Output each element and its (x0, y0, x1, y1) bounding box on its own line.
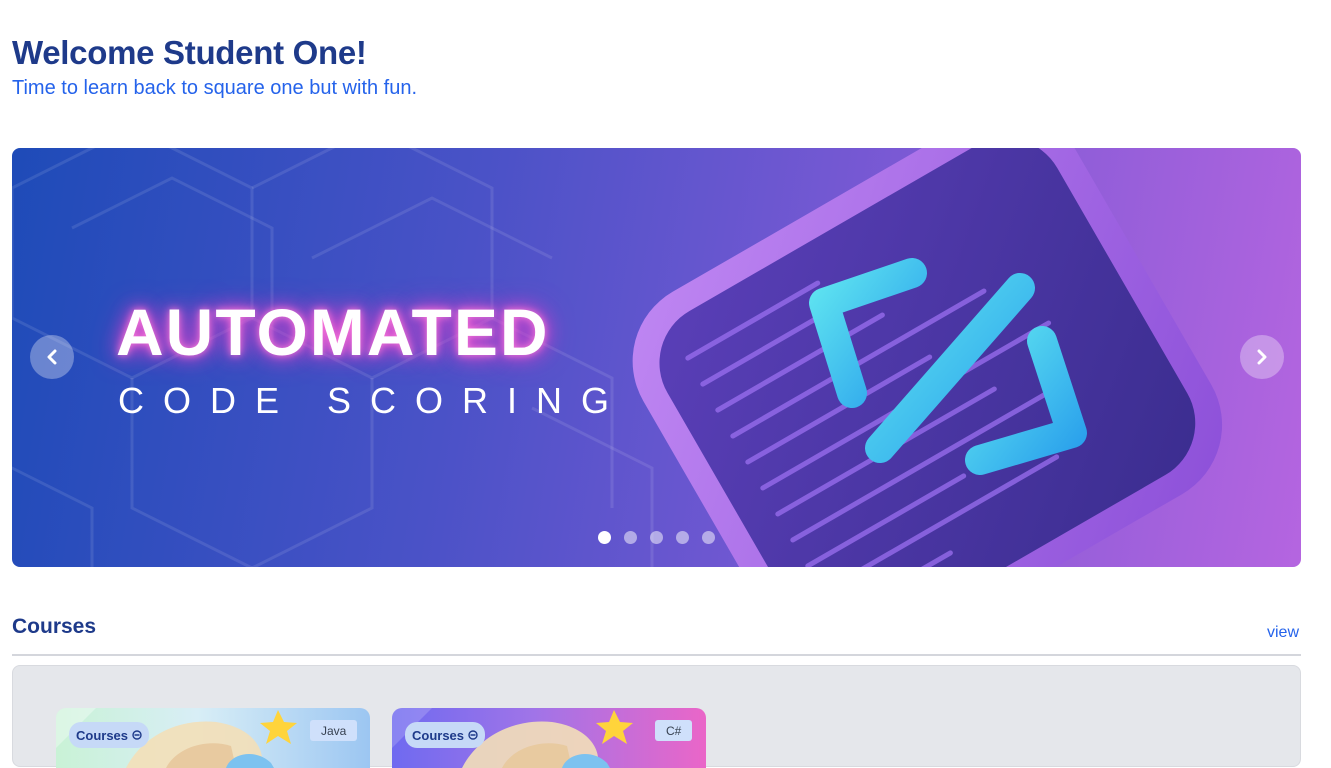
course-language-tag: Java (310, 720, 358, 741)
course-type-badge: Courses (405, 722, 486, 748)
banner-carousel[interactable]: AUTOMATED CODE SCORING (12, 148, 1301, 567)
course-type-badge: Courses (69, 722, 150, 748)
badge-label: Courses (412, 727, 465, 743)
info-icon (468, 730, 478, 740)
course-card-csharp[interactable]: Courses C# (392, 708, 706, 768)
carousel-prev-button[interactable] (30, 335, 74, 379)
chevron-left-icon (47, 349, 57, 365)
courses-section-title: Courses (12, 615, 97, 638)
carousel-dot[interactable] (676, 531, 689, 544)
badge-label: Courses (76, 727, 129, 743)
info-icon (132, 730, 142, 740)
banner-subheadline: CODE SCORING (118, 380, 629, 421)
carousel-dot[interactable] (702, 531, 715, 544)
carousel-dot[interactable] (624, 531, 637, 544)
carousel-indicators (598, 531, 715, 544)
welcome-subtitle: Time to learn back to square one but wit… (12, 77, 418, 99)
course-card-java[interactable]: Courses Java (56, 708, 370, 768)
carousel-dot[interactable] (650, 531, 663, 544)
carousel-dot[interactable] (598, 531, 611, 544)
view-courses-link[interactable]: view (1267, 624, 1299, 642)
carousel-next-button[interactable] (1240, 335, 1284, 379)
welcome-title: Welcome Student One! (12, 34, 367, 71)
code-tile (632, 148, 1223, 567)
banner-headline: AUTOMATED (116, 295, 550, 369)
course-language-tag: C# (655, 720, 693, 741)
section-divider (12, 654, 1301, 656)
chevron-right-icon (1257, 349, 1267, 365)
